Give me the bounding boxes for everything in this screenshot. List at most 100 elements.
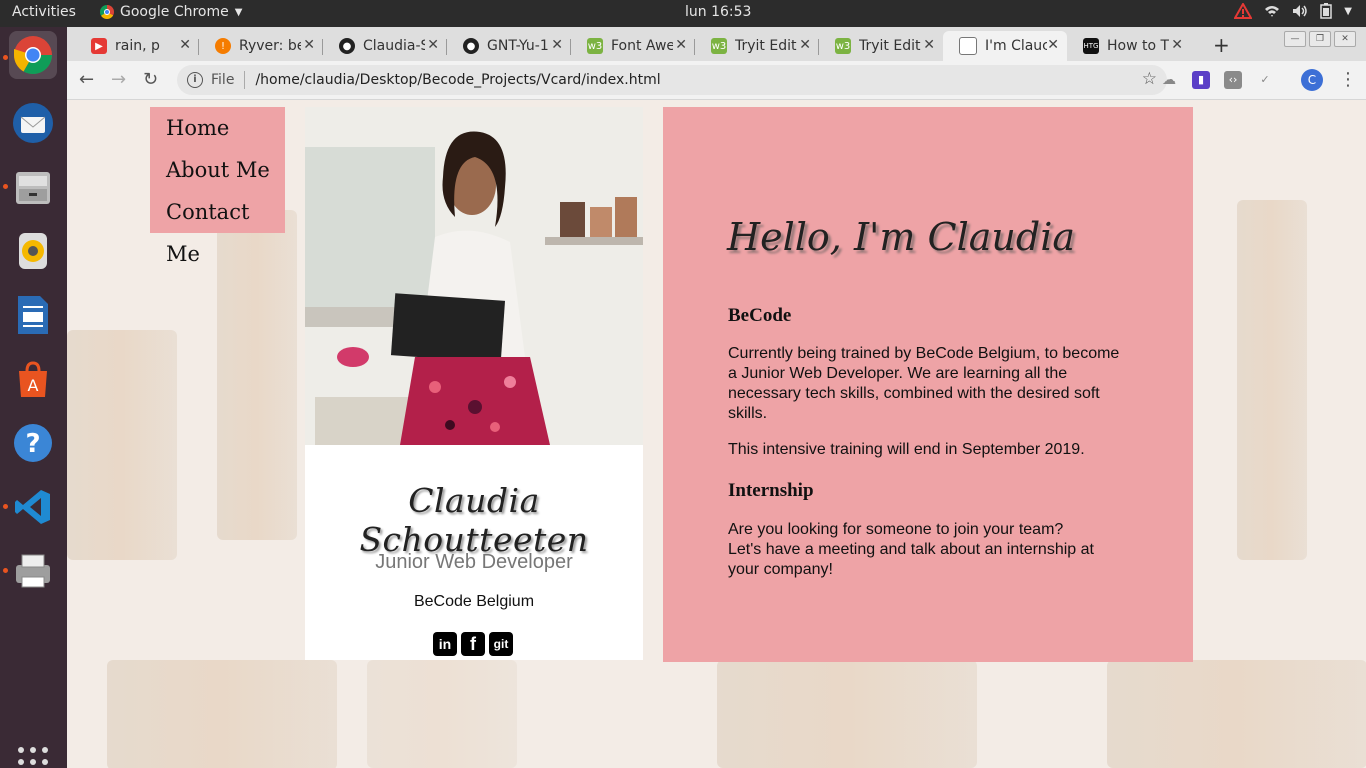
w3schools-icon: w3 [835, 38, 851, 54]
app-menu-label: Google Chrome [120, 4, 229, 20]
dock-files[interactable] [9, 163, 57, 211]
warning-icon[interactable] [1234, 3, 1253, 19]
tab-close-icon[interactable]: ✕ [799, 37, 811, 53]
tab-close-icon[interactable]: ✕ [1171, 37, 1183, 53]
app-menu[interactable]: Google Chrome ▼ [100, 4, 242, 20]
bookmark-star-icon[interactable]: ☆ [1142, 69, 1157, 89]
soundcloud-icon: ▶ [91, 38, 107, 54]
new-tab-button[interactable]: + [1213, 33, 1230, 57]
profile-name: Claudia Schoutteeten [359, 481, 589, 559]
profile-avatar[interactable]: C [1301, 69, 1323, 91]
dock-writer[interactable] [9, 291, 57, 339]
menu-icon[interactable]: ⋮ [1339, 69, 1357, 90]
dock-vscode[interactable] [9, 483, 57, 531]
wifi-icon[interactable] [1264, 4, 1280, 18]
close-window-button[interactable]: ✕ [1334, 31, 1356, 47]
tab-6[interactable]: w3 Tryit Edit ✕ [819, 31, 943, 61]
tab-7-active[interactable]: I'm Clauc ✕ [943, 31, 1067, 61]
show-applications-button[interactable] [18, 747, 48, 768]
tab-title: GNT-Yu-1 [487, 38, 549, 54]
clock[interactable]: lun 16:53 [685, 4, 751, 20]
extension-check-icon[interactable]: ✓ [1256, 71, 1274, 89]
tab-title: I'm Clauc [985, 38, 1047, 54]
profile-photo [305, 107, 643, 445]
tab-2[interactable]: ● Claudia-S ✕ [323, 31, 447, 61]
url-text[interactable]: /home/claudia/Desktop/Becode_Projects/Vc… [255, 72, 660, 88]
power-menu-icon[interactable]: ▼ [1344, 6, 1352, 17]
reload-button[interactable]: ↻ [143, 69, 158, 90]
vscode-icon [15, 490, 50, 524]
dock-chrome[interactable] [9, 31, 57, 79]
main-nav: Home About Me Contact Me [150, 107, 285, 266]
tab-title: rain, p [115, 38, 160, 54]
url-scheme: File [211, 72, 235, 88]
tab-8[interactable]: HTG How to T ✕ [1067, 31, 1191, 61]
running-indicator [3, 184, 8, 189]
back-button[interactable]: ← [79, 69, 94, 90]
tab-1[interactable]: ! Ryver: be ✕ [199, 31, 323, 61]
browser-toolbar: ← → ↻ i File /home/claudia/Desktop/Becod… [67, 61, 1366, 100]
dock: A ? [0, 27, 67, 768]
running-indicator [3, 504, 8, 509]
extension-icon[interactable]: ☁ [1160, 71, 1178, 89]
running-indicator [3, 55, 8, 60]
system-tray[interactable]: ▼ [1234, 3, 1352, 19]
tab-close-icon[interactable]: ✕ [427, 37, 439, 53]
tab-close-icon[interactable]: ✕ [179, 37, 191, 53]
svg-text:?: ? [25, 429, 40, 459]
maximize-button[interactable]: ❐ [1309, 31, 1331, 47]
info-icon[interactable]: i [187, 72, 203, 88]
volume-icon[interactable] [1292, 4, 1308, 18]
document-icon [959, 37, 977, 55]
minimize-button[interactable]: — [1284, 31, 1306, 47]
help-icon: ? [14, 424, 52, 462]
greeting-heading: Hello, I'm Claudia [727, 215, 1076, 259]
htg-icon: HTG [1083, 38, 1099, 54]
git-icon[interactable]: git [489, 632, 513, 656]
w3schools-icon: w3 [711, 38, 727, 54]
linkedin-icon[interactable]: in [433, 632, 457, 656]
extension-code-icon[interactable]: ‹› [1224, 71, 1242, 89]
tab-title: Tryit Edit [735, 38, 797, 54]
tab-title: Ryver: be [239, 38, 301, 54]
battery-icon[interactable] [1320, 3, 1333, 19]
tab-close-icon[interactable]: ✕ [923, 37, 935, 53]
internship-heading: Internship [728, 480, 814, 501]
dock-help[interactable]: ? [9, 419, 57, 467]
facebook-icon[interactable]: f [461, 632, 485, 656]
tab-5[interactable]: w3 Tryit Edit ✕ [695, 31, 819, 61]
activities-button[interactable]: Activities [12, 4, 76, 20]
tab-0[interactable]: ▶ rain, p ✕ [75, 31, 199, 61]
becode-paragraph: Currently being trained by BeCode Belgiu… [728, 345, 1120, 422]
tab-close-icon[interactable]: ✕ [1047, 37, 1059, 53]
internship-question: Are you looking for someone to join your… [728, 521, 1064, 538]
dock-printer[interactable] [9, 547, 57, 595]
tab-3[interactable]: ● GNT-Yu-1 ✕ [447, 31, 571, 61]
dock-thunderbird[interactable] [9, 99, 57, 147]
social-links: in f git [433, 632, 513, 656]
internship-invite: Let's have a meeting and talk about an i… [728, 541, 1094, 578]
tab-close-icon[interactable]: ✕ [551, 37, 563, 53]
nav-home[interactable]: Home [150, 107, 285, 149]
forward-button[interactable]: → [111, 69, 126, 90]
tab-close-icon[interactable]: ✕ [675, 37, 687, 53]
tab-4[interactable]: w3 Font Awe ✕ [571, 31, 695, 61]
tab-strip: ▶ rain, p ✕ ! Ryver: be ✕ ● Claudia-S ✕ … [67, 27, 1366, 61]
software-icon: A [19, 361, 47, 397]
tab-close-icon[interactable]: ✕ [303, 37, 315, 53]
rhythmbox-icon [19, 233, 47, 269]
writer-icon [18, 296, 48, 334]
dock-software[interactable]: A [9, 355, 57, 403]
nav-about-me[interactable]: About Me [150, 149, 285, 191]
running-indicator [3, 568, 8, 573]
nav-contact-me[interactable]: Contact Me [150, 191, 285, 266]
dock-rhythmbox[interactable] [9, 227, 57, 275]
address-bar[interactable]: i File /home/claudia/Desktop/Becode_Proj… [177, 65, 1167, 95]
extension-bookmark-icon[interactable]: ▮ [1192, 71, 1210, 89]
page-viewport: Home About Me Contact Me Claudia Schoutt… [67, 100, 1366, 768]
ryver-icon: ! [215, 38, 231, 54]
about-section: Hello, I'm Claudia BeCode Currently bein… [663, 107, 1193, 662]
thunderbird-icon [13, 103, 53, 143]
profile-role: Junior Web Developer [375, 551, 573, 573]
window-controls: — ❐ ✕ [1284, 31, 1356, 47]
